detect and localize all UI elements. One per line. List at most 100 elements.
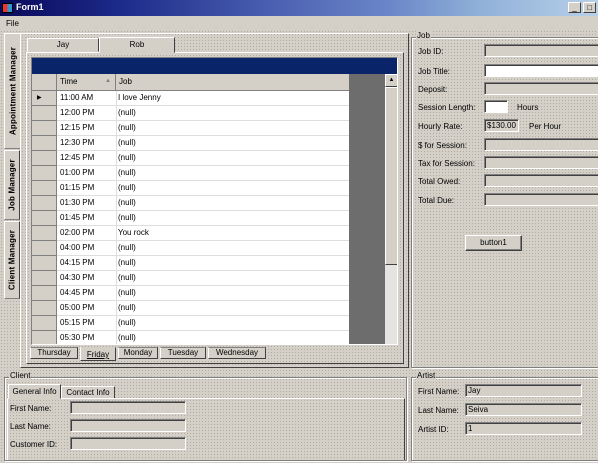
cell-job[interactable]: (null) (118, 123, 136, 132)
table-row[interactable]: 12:45 PM (null) (32, 151, 349, 166)
table-row[interactable]: 04:00 PM (null) (32, 241, 349, 256)
cell-time[interactable]: 04:30 PM (60, 273, 94, 282)
cell-job[interactable]: (null) (118, 198, 136, 207)
button1[interactable]: button1 (465, 235, 522, 251)
tab-general-info[interactable]: General Info (8, 384, 61, 399)
artist-id-field[interactable]: 1 (465, 422, 582, 435)
row-header[interactable] (32, 271, 57, 286)
row-header[interactable] (32, 181, 57, 196)
minimize-icon[interactable]: _ (568, 2, 581, 13)
cell-time[interactable]: 01:15 PM (60, 183, 94, 192)
job-id-field[interactable] (484, 44, 598, 57)
table-row[interactable]: ▶ 11:00 AM I love Jenny (32, 91, 349, 106)
cell-job[interactable]: (null) (118, 213, 136, 222)
side-tab-appointment-manager[interactable]: Appointment Manager (4, 33, 20, 149)
artist-first-name-field[interactable]: Jay (465, 384, 582, 397)
table-row[interactable]: 01:45 PM (null) (32, 211, 349, 226)
cell-job[interactable]: I love Jenny (118, 93, 161, 102)
table-row[interactable]: 05:00 PM (null) (32, 301, 349, 316)
cell-job[interactable]: (null) (118, 168, 136, 177)
table-row[interactable]: 05:30 PM (null) (32, 331, 349, 344)
table-row[interactable]: 04:15 PM (null) (32, 256, 349, 271)
row-header[interactable]: ▶ (32, 91, 57, 106)
table-row[interactable]: 12:15 PM (null) (32, 121, 349, 136)
artist-last-name-field[interactable]: Seiva (465, 403, 582, 416)
tab-artist-rob[interactable]: Rob (99, 37, 175, 53)
table-row[interactable]: 01:30 PM (null) (32, 196, 349, 211)
cell-time[interactable]: 12:30 PM (60, 138, 94, 147)
side-tab-job-manager[interactable]: Job Manager (4, 150, 20, 220)
tax-for-session-field[interactable] (484, 156, 598, 169)
tab-day-thursday[interactable]: Thursday (30, 347, 78, 359)
table-row[interactable]: 12:00 PM (null) (32, 106, 349, 121)
table-row[interactable]: 12:30 PM (null) (32, 136, 349, 151)
cell-job[interactable]: (null) (118, 303, 136, 312)
table-row[interactable]: 01:15 PM (null) (32, 181, 349, 196)
table-row[interactable]: 04:30 PM (null) (32, 271, 349, 286)
cell-job[interactable]: (null) (118, 183, 136, 192)
row-header[interactable] (32, 121, 57, 136)
total-owed-field[interactable] (484, 174, 598, 187)
deposit-field[interactable] (484, 82, 598, 95)
cell-time[interactable]: 04:45 PM (60, 288, 94, 297)
scroll-thumb[interactable] (385, 87, 397, 265)
cell-job[interactable]: (null) (118, 288, 136, 297)
row-header[interactable] (32, 166, 57, 181)
column-header-job[interactable]: Job (116, 74, 349, 91)
job-title-input[interactable] (484, 64, 598, 77)
tab-artist-jay[interactable]: Jay (27, 38, 99, 52)
cell-time[interactable]: 05:30 PM (60, 333, 94, 342)
cell-job[interactable]: (null) (118, 318, 136, 327)
cell-time[interactable]: 01:30 PM (60, 198, 94, 207)
cell-time[interactable]: 05:00 PM (60, 303, 94, 312)
tab-day-tuesday[interactable]: Tuesday (160, 347, 206, 359)
tab-day-monday[interactable]: Monday (118, 347, 158, 359)
row-header[interactable] (32, 211, 57, 226)
cell-time[interactable]: 12:45 PM (60, 153, 94, 162)
cell-job[interactable]: (null) (118, 333, 136, 342)
cell-job[interactable]: (null) (118, 138, 136, 147)
row-header[interactable] (32, 301, 57, 316)
maximize-icon[interactable]: □ (583, 2, 596, 13)
client-last-name-field[interactable] (70, 419, 186, 432)
cell-time[interactable]: 01:45 PM (60, 213, 94, 222)
client-first-name-field[interactable] (70, 401, 186, 414)
cell-time[interactable]: 12:00 PM (60, 108, 94, 117)
row-header[interactable] (32, 241, 57, 256)
cell-time[interactable]: 04:00 PM (60, 243, 94, 252)
table-row[interactable]: 05:15 PM (null) (32, 316, 349, 331)
cell-job[interactable]: (null) (118, 258, 136, 267)
scroll-up-icon[interactable]: ▲ (385, 74, 397, 87)
menu-file[interactable]: File (6, 19, 19, 28)
session-length-input[interactable] (484, 100, 508, 113)
tab-day-friday[interactable]: Friday (80, 347, 116, 361)
total-due-field[interactable] (484, 193, 598, 206)
row-header[interactable] (32, 196, 57, 211)
cell-time[interactable]: 05:15 PM (60, 318, 94, 327)
dollar-for-session-field[interactable] (484, 138, 598, 151)
row-header[interactable] (32, 136, 57, 151)
cell-job[interactable]: (null) (118, 273, 136, 282)
cell-job[interactable]: You rock (118, 228, 149, 237)
customer-id-field[interactable] (70, 437, 186, 450)
row-header[interactable] (32, 256, 57, 271)
table-row[interactable]: 01:00 PM (null) (32, 166, 349, 181)
table-row[interactable]: 04:45 PM (null) (32, 286, 349, 301)
row-header[interactable] (32, 331, 57, 344)
column-header-time[interactable]: Time ▲ (57, 74, 116, 91)
cell-time[interactable]: 11:00 AM (60, 93, 93, 102)
side-tab-client-manager[interactable]: Client Manager (4, 221, 20, 299)
cell-job[interactable]: (null) (118, 243, 136, 252)
row-header[interactable] (32, 286, 57, 301)
cell-job[interactable]: (null) (118, 153, 136, 162)
cell-time[interactable]: 01:00 PM (60, 168, 94, 177)
row-header[interactable] (32, 226, 57, 241)
cell-time[interactable]: 04:15 PM (60, 258, 94, 267)
row-header[interactable] (32, 106, 57, 121)
table-row[interactable]: 02:00 PM You rock (32, 226, 349, 241)
grid-scrollbar[interactable]: ▲ (385, 74, 397, 344)
cell-time[interactable]: 02:00 PM (60, 228, 94, 237)
cell-time[interactable]: 12:15 PM (60, 123, 94, 132)
cell-job[interactable]: (null) (118, 108, 136, 117)
hourly-rate-field[interactable]: $130.00 (484, 119, 519, 132)
